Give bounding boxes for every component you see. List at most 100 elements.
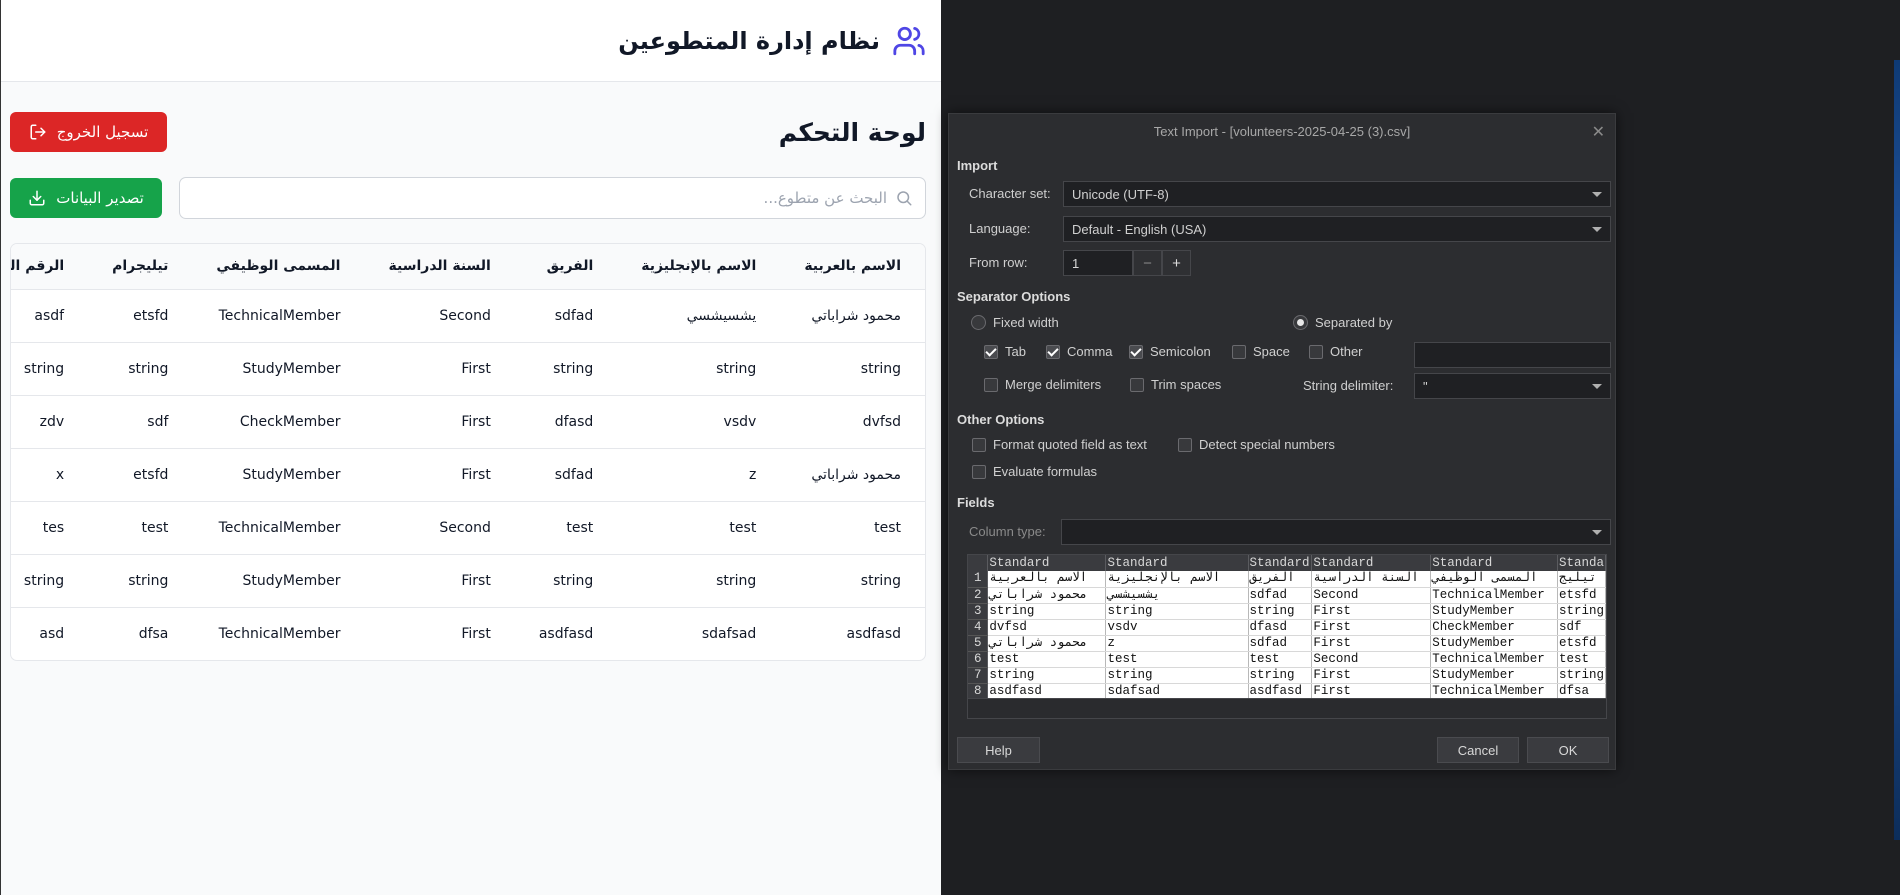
preview-cell: string xyxy=(1248,603,1313,620)
merge-delimiters-label: Merge delimiters xyxy=(1005,377,1102,392)
fixed-width-label: Fixed width xyxy=(993,315,1059,330)
table-row[interactable]: محمود شراباتي z sdfad First StudyMember etsfd… xyxy=(11,448,925,502)
horizontal-scrollbar[interactable] xyxy=(968,698,1606,718)
ok-button[interactable]: OK xyxy=(1527,737,1609,763)
table-cell: test xyxy=(617,501,781,555)
table-cell: string xyxy=(88,342,193,396)
preview-cell: Second xyxy=(1311,587,1432,604)
table-row[interactable]: asdfasd sdafsad asdfasd First TechnicalMembe… xyxy=(11,607,925,660)
other-separator-input[interactable] xyxy=(1414,342,1611,368)
charset-select[interactable]: Unicode (UTF-8) xyxy=(1063,181,1611,207)
evaluate-formulas-label: Evaluate formulas xyxy=(993,464,1098,479)
dialog-title: Text Import - [volunteers-2025-04-25 (3)… xyxy=(1153,123,1411,139)
format-quoted-checkbox[interactable]: Format quoted field as text xyxy=(972,437,1147,452)
preview-column-header[interactable]: Standard xyxy=(1248,555,1313,571)
radio-selected-icon xyxy=(1293,315,1308,330)
close-icon[interactable]: ✕ xyxy=(1592,122,1605,142)
table-cell: string xyxy=(88,554,193,608)
preview-cell: الاسم بالعربية xyxy=(987,571,1107,588)
radio-icon xyxy=(971,315,986,330)
table-row[interactable]: محمود شراباتي يشسيشسي sdfad Second Technical… xyxy=(11,289,925,343)
preview-column-header[interactable]: Standard xyxy=(987,555,1107,571)
cancel-button[interactable]: Cancel xyxy=(1437,737,1519,763)
preview-row: 7 string string string First StudyMember strin… xyxy=(968,667,1606,684)
table-cell: test xyxy=(88,501,193,555)
table-cell: string xyxy=(780,342,925,396)
from-row-value[interactable]: 1 xyxy=(1063,250,1133,276)
search-box[interactable] xyxy=(179,177,926,219)
preview-cell: يشسيشسي xyxy=(1105,587,1249,604)
string-delimiter-select[interactable]: " xyxy=(1414,373,1611,399)
table-cell: dfasd xyxy=(514,395,618,449)
volunteer-web-app: نظام إدارة المتطوعين لوحة التحكم تسجيل ا… xyxy=(0,0,941,895)
column-header: السنة الدراسية xyxy=(364,244,515,290)
brand: نظام إدارة المتطوعين xyxy=(618,24,926,58)
tab-checkbox[interactable]: Tab xyxy=(984,344,1026,359)
preview-cell: string xyxy=(1248,667,1313,684)
from-row-spinner[interactable]: 1 − + xyxy=(1063,250,1191,276)
users-icon xyxy=(892,24,926,58)
column-type-select[interactable] xyxy=(1061,519,1611,545)
decrement-icon[interactable]: − xyxy=(1133,250,1162,276)
preview-row-number: 2 xyxy=(968,587,989,604)
separator-section-title: Separator Options xyxy=(957,289,1071,304)
export-data-button[interactable]: تصدير البيانات xyxy=(10,178,162,218)
preview-cell: string xyxy=(1105,603,1249,620)
language-select[interactable]: Default - English (USA) xyxy=(1063,216,1611,242)
chevron-down-icon xyxy=(1592,191,1602,197)
trim-spaces-checkbox[interactable]: Trim spaces xyxy=(1130,377,1221,392)
volunteers-table-container: الاسم بالعربية الاسم بالإنجليزية الفريق الس… xyxy=(10,243,926,661)
column-header: الرقم الجامعي xyxy=(11,244,89,290)
checkbox-icon xyxy=(1178,437,1192,452)
search-input[interactable] xyxy=(192,189,887,207)
fields-preview-grid[interactable]: Standard Standard Standard Standard Standard… xyxy=(967,554,1607,719)
logout-icon xyxy=(29,123,47,141)
preview-cell: string xyxy=(1557,603,1606,620)
table-cell: First xyxy=(461,625,491,642)
merge-delimiters-checkbox[interactable]: Merge delimiters xyxy=(984,377,1101,392)
preview-cell: تيليج xyxy=(1557,571,1606,588)
charset-label: Character set: xyxy=(969,186,1051,201)
preview-column-header[interactable]: Standard xyxy=(1311,555,1432,571)
preview-row-number: 5 xyxy=(968,635,989,652)
preview-column-header[interactable]: Standa xyxy=(1557,555,1606,571)
checkbox-icon xyxy=(1232,344,1246,359)
column-header: تيليجرام xyxy=(88,244,193,290)
language-value: Default - English (USA) xyxy=(1072,221,1207,237)
checkbox-icon xyxy=(1309,344,1323,359)
logout-button[interactable]: تسجيل الخروج xyxy=(10,112,167,152)
table-cell: First xyxy=(364,395,515,449)
help-button[interactable]: Help xyxy=(957,737,1040,763)
table-row[interactable]: dvfsd vsdv dfasd First CheckMember sdf zdv xyxy=(11,395,925,449)
column-header: الاسم بالإنجليزية xyxy=(617,244,781,290)
preview-column-header[interactable]: Standard xyxy=(1105,555,1249,571)
preview-cell: TechnicalMember xyxy=(1430,683,1558,700)
preview-row-number: 3 xyxy=(968,603,989,620)
preview-cell: test xyxy=(1557,651,1606,668)
table-cell: z xyxy=(617,448,781,502)
desktop-edge xyxy=(1894,60,1900,840)
table-row[interactable]: test test test Second TechnicalMember test tes xyxy=(11,501,925,555)
preview-cell: dfasd xyxy=(1248,619,1313,636)
preview-header-row: Standard Standard Standard Standard Standard… xyxy=(968,555,1606,571)
space-checkbox[interactable]: Space xyxy=(1232,344,1290,359)
comma-checkbox[interactable]: Comma xyxy=(1046,344,1113,359)
other-checkbox[interactable]: Other xyxy=(1309,344,1363,359)
detect-special-checkbox[interactable]: Detect special numbers xyxy=(1178,437,1335,452)
increment-icon[interactable]: + xyxy=(1162,250,1191,276)
table-row[interactable]: string string string First StudyMember string… xyxy=(11,342,925,396)
fixed-width-radio[interactable]: Fixed width xyxy=(971,315,1059,330)
semicolon-label: Semicolon xyxy=(1150,344,1211,359)
evaluate-formulas-checkbox[interactable]: Evaluate formulas xyxy=(972,464,1097,479)
table-cell: TechnicalMember xyxy=(218,625,341,642)
semicolon-checkbox[interactable]: Semicolon xyxy=(1129,344,1211,359)
separated-by-radio[interactable]: Separated by xyxy=(1293,315,1392,330)
checkbox-checked-icon xyxy=(984,344,998,359)
table-cell: string xyxy=(780,554,925,608)
table-cell: asdfasd xyxy=(538,625,594,642)
table-row[interactable]: string string string First StudyMember string… xyxy=(11,554,925,608)
preview-cell: الفريق xyxy=(1248,571,1313,588)
table-cell: test xyxy=(514,501,618,555)
preview-cell: StudyMember xyxy=(1430,603,1558,620)
preview-column-header[interactable]: Standard xyxy=(1430,555,1558,571)
